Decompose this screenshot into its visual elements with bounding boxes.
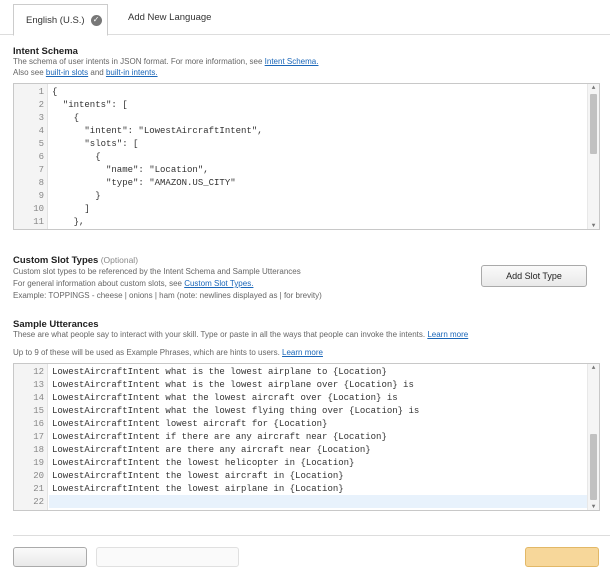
line-number: 17 xyxy=(33,432,44,442)
scrollbar-thumb[interactable] xyxy=(590,434,597,500)
line-number: 3 xyxy=(38,113,44,123)
line-number: 9 xyxy=(38,191,44,201)
code-line[interactable]: LowestAircraftIntent are there any aircr… xyxy=(52,445,371,455)
code-line[interactable]: LowestAircraftIntent what is the lowest … xyxy=(52,367,387,377)
line-number: 8 xyxy=(38,178,44,188)
line-number: 2 xyxy=(38,100,44,110)
sample-utterances-editor[interactable]: 12 13 14 15 16 17 18 19 20 21 22 LowestAircraftInt… xyxy=(13,363,600,511)
code-line[interactable]: LowestAircraftIntent the lowest airplane… xyxy=(52,484,344,494)
code-line[interactable]: "slots": [ xyxy=(52,139,138,149)
custom-slot-types-heading: Custom Slot Types (Optional) xyxy=(13,255,138,266)
scrollbar[interactable]: ▲ ▼ xyxy=(587,84,599,229)
tab-english-us[interactable]: English (U.S.) ✓ xyxy=(13,4,108,36)
check-circle-icon: ✓ xyxy=(90,14,102,26)
secondary-button[interactable] xyxy=(96,547,239,567)
code-line[interactable]: LowestAircraftIntent if there are any ai… xyxy=(52,432,387,442)
scroll-up-icon[interactable]: ▲ xyxy=(588,364,599,371)
line-number: 22 xyxy=(33,497,44,507)
line-number: 16 xyxy=(33,419,44,429)
active-line-highlight xyxy=(49,495,587,508)
custom-slot-desc-2: For general information about custom slo… xyxy=(13,278,253,290)
desc-text: Up to 9 of these will be used as Example… xyxy=(13,348,283,357)
next-button[interactable] xyxy=(525,547,599,567)
built-in-intents-link[interactable]: built-in intents. xyxy=(106,68,158,77)
line-number: 6 xyxy=(38,152,44,162)
built-in-slots-link[interactable]: built-in slots xyxy=(46,68,88,77)
code-line[interactable]: LowestAircraftIntent what is the lowest … xyxy=(52,380,414,390)
code-line[interactable]: "intent": "LowestAircraftIntent", xyxy=(52,126,262,136)
sample-utterances-desc-2: Up to 9 of these will be used as Example… xyxy=(13,347,603,359)
code-line[interactable]: { xyxy=(52,152,100,162)
learn-more-link[interactable]: Learn more xyxy=(427,330,468,339)
intent-schema-desc-text: The schema of user intents in JSON forma… xyxy=(13,57,265,66)
line-number-gutter: 12 13 14 15 16 17 18 19 20 21 22 xyxy=(14,364,48,510)
code-line[interactable]: }, xyxy=(52,217,85,227)
code-line[interactable]: "name": "Location", xyxy=(52,165,209,175)
line-number: 20 xyxy=(33,471,44,481)
optional-label: (Optional) xyxy=(98,255,139,265)
line-number: 19 xyxy=(33,458,44,468)
desc-text: and xyxy=(88,68,106,77)
custom-slot-example: Example: TOPPINGS - cheese | onions | ha… xyxy=(13,291,322,300)
desc-text: These are what people say to interact wi… xyxy=(13,330,428,339)
code-line[interactable]: LowestAircraftIntent the lowest helicopt… xyxy=(52,458,354,468)
line-number: 21 xyxy=(33,484,44,494)
line-number: 7 xyxy=(38,165,44,175)
code-line[interactable]: LowestAircraftIntent lowest aircraft for… xyxy=(52,419,327,429)
add-slot-type-button[interactable]: Add Slot Type xyxy=(481,265,587,287)
code-line[interactable]: { xyxy=(52,113,79,123)
intent-schema-description-2: Also see built-in slots and built-in int… xyxy=(13,67,603,79)
line-number: 10 xyxy=(33,204,44,214)
scrollbar[interactable]: ▲ ▼ xyxy=(587,364,599,510)
line-number: 18 xyxy=(33,445,44,455)
divider xyxy=(13,535,610,536)
custom-slot-desc: Custom slot types to be referenced by th… xyxy=(13,267,301,276)
line-number: 11 xyxy=(33,217,44,227)
tab-add-new-language[interactable]: Add New Language xyxy=(128,12,211,23)
desc-text: Also see xyxy=(13,68,46,77)
sample-utterances-desc: These are what people say to interact wi… xyxy=(13,329,603,341)
previous-button[interactable] xyxy=(13,547,87,567)
line-number: 12 xyxy=(33,367,44,377)
line-number: 1 xyxy=(38,87,44,97)
learn-more-link-2[interactable]: Learn more xyxy=(282,348,323,357)
code-line[interactable]: { xyxy=(52,87,57,97)
line-number: 4 xyxy=(38,126,44,136)
desc-text: For general information about custom slo… xyxy=(13,279,185,288)
custom-slot-types-title: Custom Slot Types xyxy=(13,255,99,266)
scroll-up-icon[interactable]: ▲ xyxy=(588,84,599,91)
line-number-gutter: 1 2 3 4 5 6 7 8 9 10 11 xyxy=(14,84,48,229)
code-line[interactable]: } xyxy=(52,191,100,201)
intent-schema-editor[interactable]: 1 2 3 4 5 6 7 8 9 10 11 { "intents": [ { "intent":… xyxy=(13,83,600,230)
code-line[interactable]: "type": "AMAZON.US_CITY" xyxy=(52,178,236,188)
code-line[interactable]: LowestAircraftIntent what the lowest fly… xyxy=(52,406,419,416)
tab-english-us-label: English (U.S.) xyxy=(26,14,85,26)
intent-schema-link[interactable]: Intent Schema. xyxy=(265,57,319,66)
line-number: 5 xyxy=(38,139,44,149)
code-line[interactable]: ] xyxy=(52,204,89,214)
code-line[interactable]: "intents": [ xyxy=(52,100,128,110)
scroll-down-icon[interactable]: ▼ xyxy=(588,222,599,229)
line-number: 14 xyxy=(33,393,44,403)
code-line[interactable]: LowestAircraftIntent what the lowest air… xyxy=(52,393,398,403)
line-number: 15 xyxy=(33,406,44,416)
scroll-down-icon[interactable]: ▼ xyxy=(588,503,599,510)
line-number: 13 xyxy=(33,380,44,390)
scrollbar-thumb[interactable] xyxy=(590,94,597,154)
code-line[interactable]: LowestAircraftIntent the lowest aircraft… xyxy=(52,471,344,481)
custom-slot-types-link[interactable]: Custom Slot Types. xyxy=(184,279,253,288)
